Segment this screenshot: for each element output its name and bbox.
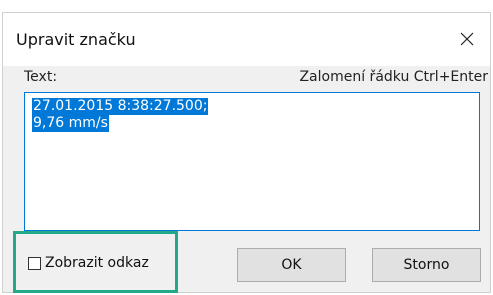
- text-line: 9,76 mm/s: [32, 115, 109, 132]
- close-button[interactable]: [450, 23, 484, 55]
- marker-text-area[interactable]: 27.01.2015 8:38:27.500; 9,76 mm/s: [24, 92, 480, 231]
- cancel-button[interactable]: Storno: [372, 248, 481, 282]
- checkbox-box[interactable]: [28, 256, 41, 270]
- ok-button[interactable]: OK: [237, 248, 346, 282]
- text-label: Text:: [24, 69, 58, 85]
- title-bar: Upravit značku: [3, 13, 490, 66]
- show-link-label: Zobrazit odkaz: [45, 255, 149, 271]
- dialog-title: Upravit značku: [16, 30, 136, 49]
- text-line: 27.01.2015 8:38:27.500;: [32, 98, 209, 115]
- close-icon: [460, 32, 474, 46]
- show-link-checkbox[interactable]: Zobrazit odkaz: [28, 255, 149, 271]
- screen: Upravit značku Text: Zalomení řádku Ctrl…: [0, 0, 493, 295]
- line-break-hint: Zalomení řádku Ctrl+Enter: [299, 69, 488, 85]
